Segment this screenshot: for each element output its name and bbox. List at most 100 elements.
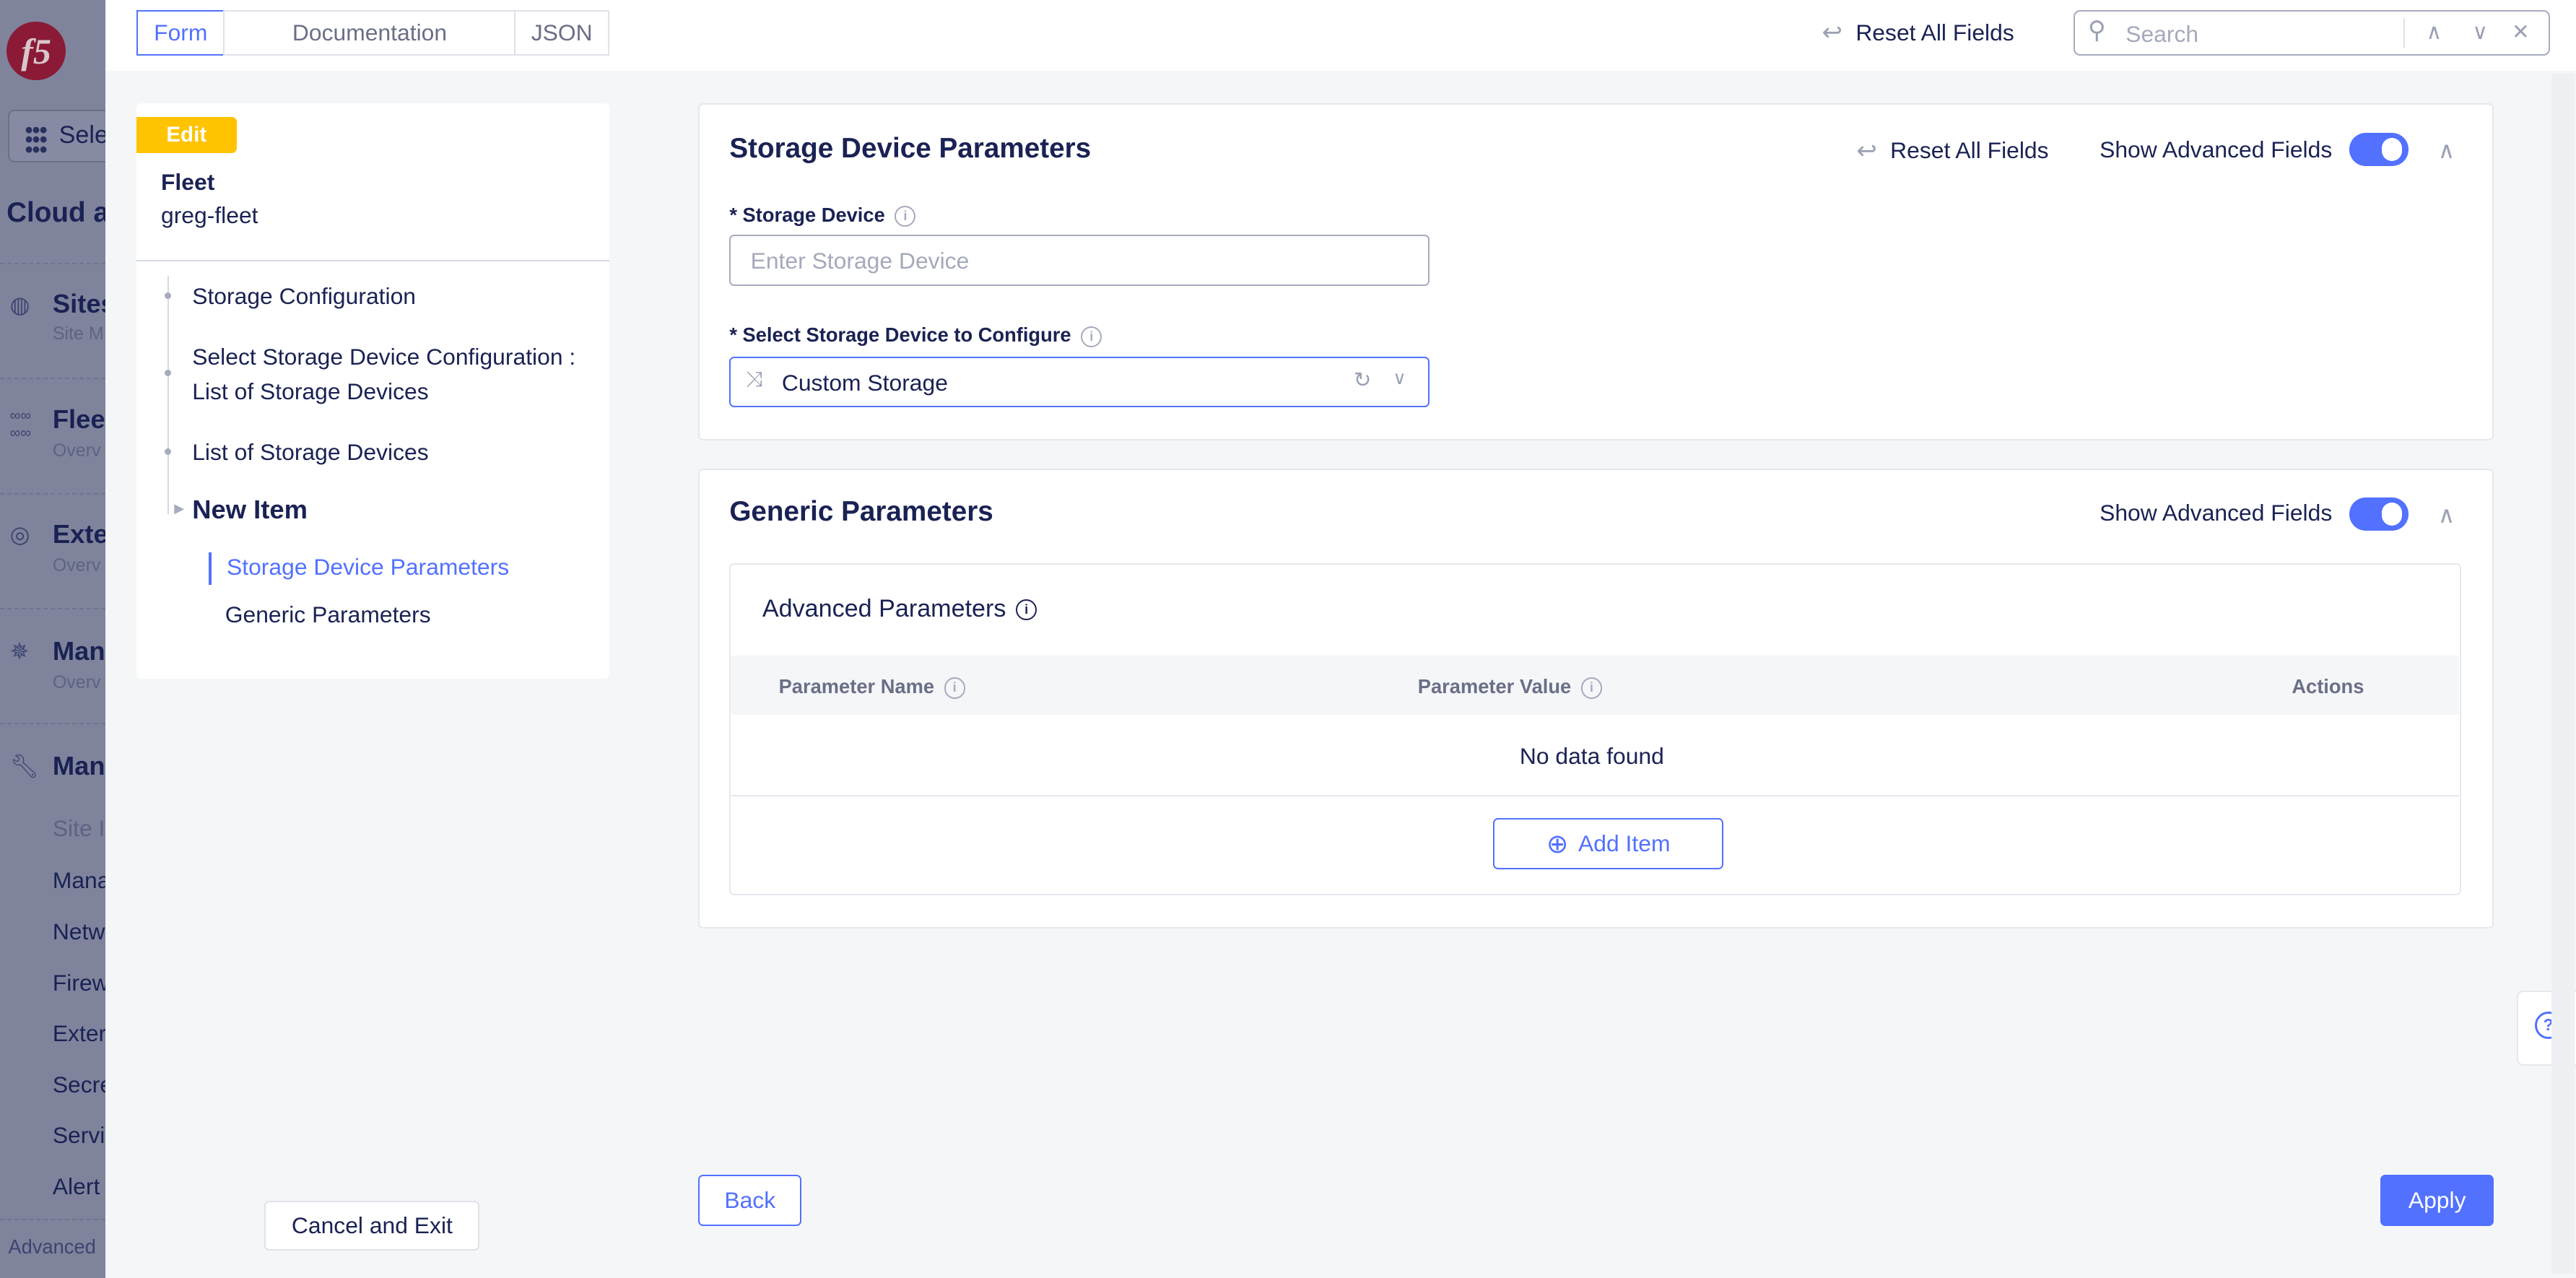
sidebar-footer[interactable]: Advanced [8, 1235, 95, 1259]
tree-arrow-icon: ▶ [174, 501, 185, 516]
sidebar-section-sites[interactable]: Sites [53, 289, 105, 319]
info-icon[interactable]: i [1580, 677, 1602, 699]
tree-dot [164, 448, 171, 456]
info-icon[interactable]: i [1016, 599, 1037, 621]
collapse-chevron-icon[interactable]: ∧ [2438, 136, 2455, 164]
chevron-up-icon[interactable]: ∧ [2427, 19, 2442, 45]
sidebar-section-external[interactable]: Exte [53, 519, 105, 549]
card-title: Storage Device Parameters [729, 133, 1092, 165]
workspace-select-button[interactable]: ●●● ●●● ●●● Sele [8, 110, 105, 162]
tree-item[interactable]: Storage Configuration [192, 279, 416, 314]
divider [0, 492, 105, 495]
tab-json[interactable]: JSON [514, 9, 610, 56]
switch-icon: ⤨ [745, 368, 763, 392]
subsection-storage-device-parameters[interactable]: Storage Device Parameters [227, 550, 509, 585]
f5-logo: f5 [6, 21, 66, 81]
edit-badge: Edit [136, 116, 237, 153]
show-advanced-toggle[interactable] [2349, 133, 2409, 166]
info-icon[interactable]: i [944, 677, 965, 699]
storage-device-input[interactable]: Enter Storage Device [729, 235, 1430, 286]
sidebar-item[interactable]: Firew [53, 970, 105, 996]
divider [0, 263, 105, 264]
subsection-generic-parameters[interactable]: Generic Parameters [225, 598, 431, 633]
divider [0, 1219, 105, 1221]
external-icon: ◎ [9, 521, 30, 548]
tab-form[interactable]: Form [136, 9, 225, 56]
search-icon: ⚲ [2087, 17, 2106, 45]
plus-circle-icon: ⊕ [1546, 828, 1569, 858]
grid-icon: ●●● ●●● ●●● [24, 121, 48, 157]
reset-label: Reset All Fields [1890, 137, 2049, 164]
sidebar-section-manage[interactable]: Man [53, 636, 105, 666]
table-title: Advanced Parameters i [762, 595, 1037, 623]
sidebar-section-sub: Overv [52, 555, 101, 576]
tree-item[interactable]: List of Storage Devices [192, 435, 428, 470]
collapse-chevron-icon[interactable]: ∧ [2438, 501, 2455, 529]
column-header-parameter-value: Parameter Value i [1418, 675, 1602, 699]
sidebar-item[interactable]: Alert [53, 1173, 100, 1200]
reset-all-fields-button[interactable]: ↩ Reset All Fields [1822, 18, 2014, 47]
show-advanced-label: Show Advanced Fields [2099, 136, 2333, 162]
search-input[interactable]: Search [2125, 21, 2198, 48]
sidebar-item[interactable]: Mana [53, 867, 105, 894]
info-icon[interactable]: i [1081, 326, 1102, 347]
search-box[interactable]: ⚲ Search ∧ ∨ ✕ [2073, 9, 2550, 56]
back-button[interactable]: Back [698, 1174, 802, 1226]
wrench-icon: 🔧︎ [9, 753, 40, 780]
storage-device-label: * Storage Device i [729, 204, 916, 227]
scrollbar[interactable] [2551, 74, 2575, 1274]
add-item-button[interactable]: ⊕ Add Item [1493, 818, 1723, 869]
sidebar-section-manage-2[interactable]: Man [53, 751, 105, 781]
tree-line [167, 276, 169, 515]
tree-dot [164, 369, 171, 377]
divider [0, 607, 105, 609]
divider [136, 259, 610, 261]
chevron-down-icon[interactable]: ∨ [1393, 368, 1406, 389]
label-text: * Select Storage Device to Configure [729, 323, 1071, 347]
title-text: Advanced Parameters [762, 594, 1006, 622]
divider [731, 795, 2460, 797]
show-advanced-label: Show Advanced Fields [2099, 499, 2333, 526]
globe-icon: ◍ [9, 291, 30, 318]
divider [0, 723, 105, 724]
label-text: * Storage Device [729, 204, 885, 227]
divider [2403, 17, 2405, 48]
show-advanced-toggle[interactable] [2349, 497, 2409, 531]
close-icon[interactable]: ✕ [2512, 19, 2530, 45]
divider [0, 378, 105, 380]
storage-device-select[interactable]: ⤨ Custom Storage ↻ ∨ [729, 356, 1430, 408]
sidebar-section-sub: Site M [52, 323, 104, 344]
cancel-and-exit-button[interactable]: Cancel and Exit [264, 1201, 480, 1251]
placeholder: Enter Storage Device [750, 248, 970, 274]
undo-icon: ↩ [1822, 19, 1843, 47]
tree-item-current[interactable]: New Item [192, 495, 308, 525]
fleet-icon: ∞∞ ∞∞ [9, 407, 31, 442]
sidebar-item[interactable]: Secre [53, 1071, 105, 1098]
chevron-down-icon[interactable]: ∨ [2472, 19, 2488, 45]
sidebar-section-sub: Overv [52, 440, 101, 461]
tree-dot [164, 292, 171, 300]
apply-button[interactable]: Apply [2380, 1174, 2494, 1226]
sidebar-section-fleet[interactable]: Flee [53, 404, 105, 435]
tab-documentation[interactable]: Documentation [223, 9, 516, 56]
active-indicator [208, 552, 212, 586]
card-reset-all-fields-button[interactable]: ↩ Reset All Fields [1856, 136, 2048, 165]
helm-icon: ✵ [9, 638, 30, 664]
add-item-label: Add Item [1578, 830, 1671, 856]
refresh-icon[interactable]: ↻ [1354, 368, 1372, 393]
sidebar-item[interactable]: Exter [53, 1020, 105, 1047]
tree-item[interactable]: Select Storage Device Configuration : Li… [192, 340, 603, 409]
sidebar-title: Cloud a [6, 197, 105, 229]
sidebar-item[interactable]: Site I [53, 815, 105, 842]
select-storage-label: * Select Storage Device to Configure i [729, 323, 1102, 347]
undo-icon: ↩ [1856, 136, 1877, 165]
sidebar-item[interactable]: Servi [53, 1122, 105, 1149]
selected-value: Custom Storage [781, 369, 948, 396]
sidebar: f5 ●●●●●●●●● Sele Cloud a ◍ Sites Site M… [0, 0, 105, 1278]
sidebar-section-sub: Overv [52, 671, 101, 692]
sidebar-item[interactable]: Netw [53, 918, 105, 945]
card-title: Generic Parameters [729, 496, 993, 528]
reset-label: Reset All Fields [1855, 19, 2014, 45]
object-name: greg-fleet [160, 201, 258, 228]
info-icon[interactable]: i [895, 206, 916, 227]
